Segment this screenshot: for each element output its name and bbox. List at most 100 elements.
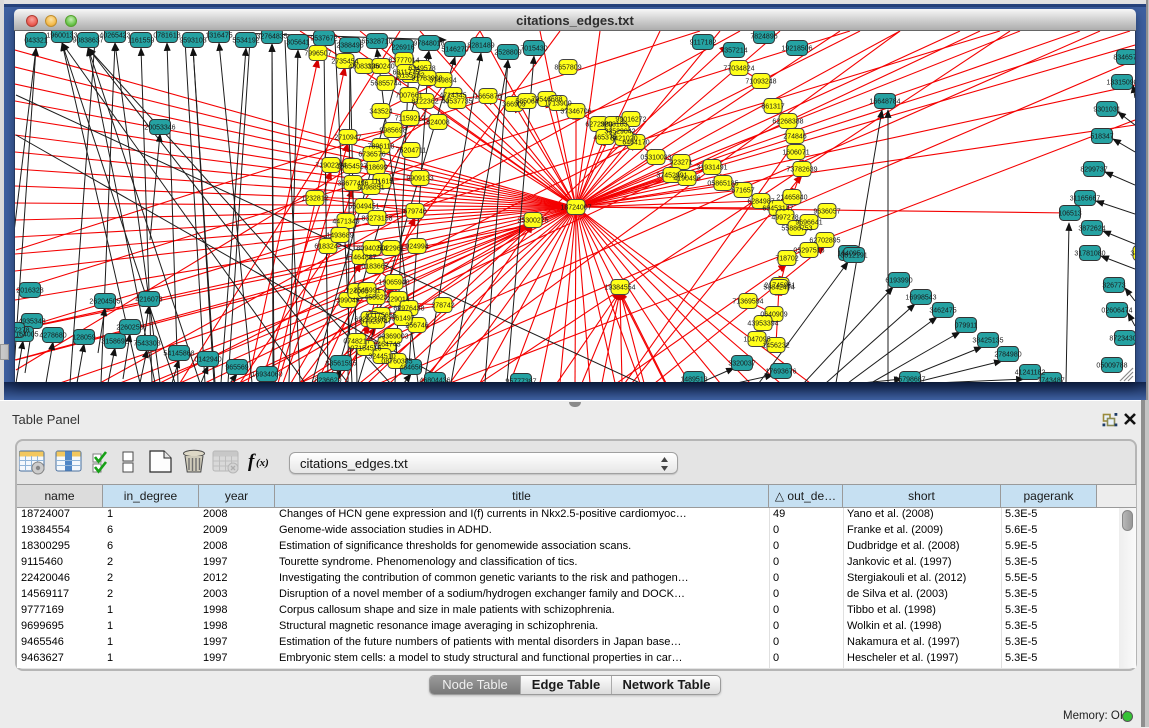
svg-text:16648784: 16648784 [869, 99, 900, 106]
svg-text:4216073: 4216073 [135, 297, 162, 304]
svg-text:343161: 343161 [1130, 251, 1135, 258]
svg-text:40369003: 40369003 [377, 334, 408, 341]
svg-text:02606474: 02606474 [1101, 308, 1132, 315]
svg-text:8236629: 8236629 [314, 378, 341, 383]
svg-text:43953394: 43953394 [747, 321, 778, 328]
svg-text:3320037: 3320037 [728, 361, 755, 368]
svg-text:33529042: 33529042 [604, 129, 635, 136]
svg-text:0183667: 0183667 [361, 264, 388, 271]
svg-text:2260256: 2260256 [116, 325, 143, 332]
svg-text:824008: 824008 [426, 120, 449, 127]
svg-text:6284987: 6284987 [747, 199, 774, 206]
svg-text:0781618: 0781618 [153, 33, 180, 40]
svg-text:9464743: 9464743 [373, 342, 400, 349]
svg-text:0812191: 0812191 [840, 253, 867, 260]
svg-text:17464887: 17464887 [345, 255, 376, 262]
svg-text:67976438: 67976438 [393, 306, 424, 313]
svg-text:1316475: 1316475 [205, 33, 232, 40]
svg-text:37923747: 37923747 [360, 319, 391, 326]
svg-text:38425135: 38425135 [972, 338, 1003, 345]
svg-text:9301031: 9301031 [1093, 107, 1120, 114]
svg-text:56049451: 56049451 [348, 204, 379, 211]
svg-text:043321: 043321 [24, 38, 47, 45]
svg-text:4471349: 4471349 [332, 219, 359, 226]
svg-text:679740: 679740 [403, 209, 426, 216]
svg-text:561497: 561497 [391, 316, 414, 323]
svg-text:9636057: 9636057 [813, 209, 840, 216]
svg-text:274846: 274846 [783, 134, 806, 141]
svg-text:0748217: 0748217 [343, 339, 370, 346]
svg-text:21465840: 21465840 [776, 195, 807, 202]
svg-text:05297516: 05297516 [793, 248, 824, 255]
svg-text:54145868: 54145868 [163, 351, 194, 358]
svg-text:91783908: 91783908 [411, 76, 442, 83]
svg-text:16934060: 16934060 [251, 372, 282, 379]
svg-text:7896118: 7896118 [368, 144, 395, 151]
svg-text:7996507: 7996507 [304, 51, 331, 58]
svg-text:18724007: 18724007 [560, 205, 591, 212]
svg-text:7015430: 7015430 [520, 46, 547, 53]
svg-text:87234309: 87234309 [1109, 336, 1135, 343]
svg-text:6736576: 6736576 [358, 152, 385, 159]
svg-text:024994: 024994 [405, 244, 428, 251]
svg-text:3950240: 3950240 [367, 64, 394, 71]
svg-text:0640909: 0640909 [760, 312, 787, 319]
svg-text:256746: 256746 [405, 323, 428, 330]
svg-text:128059: 128059 [72, 335, 95, 342]
svg-text:17693676: 17693676 [765, 369, 796, 376]
svg-text:19065940: 19065940 [378, 280, 409, 287]
svg-text:58842474: 58842474 [763, 285, 794, 292]
svg-text:2388496: 2388496 [336, 43, 363, 50]
svg-text:718702: 718702 [775, 256, 798, 263]
svg-text:71369594: 71369594 [732, 299, 763, 306]
svg-text:4278680: 4278680 [39, 333, 66, 340]
svg-text:65328710: 65328710 [361, 39, 392, 46]
svg-text:518347: 518347 [1090, 134, 1113, 141]
svg-text:8346578: 8346578 [1113, 55, 1135, 62]
svg-text:965569: 965569 [225, 365, 248, 372]
svg-text:305641: 305641 [286, 40, 309, 47]
svg-text:1665876: 1665876 [474, 94, 501, 101]
svg-text:3158692: 3158692 [101, 339, 128, 346]
svg-text:9985698: 9985698 [379, 128, 406, 135]
svg-text:1456232: 1456232 [762, 343, 789, 350]
svg-text:83273158: 83273158 [361, 216, 392, 223]
svg-text:1493689: 1493689 [326, 233, 353, 240]
svg-text:62702895: 62702895 [809, 238, 840, 245]
svg-text:106513: 106513 [1058, 211, 1081, 218]
svg-text:f: f [248, 451, 256, 472]
svg-text:8421020: 8421020 [610, 136, 637, 143]
svg-text:16998543: 16998543 [905, 295, 936, 302]
svg-text:3244510: 3244510 [368, 354, 395, 361]
svg-text:32764835: 32764835 [256, 34, 287, 41]
svg-text:71159212: 71159212 [395, 116, 426, 123]
svg-text:46804436: 46804436 [419, 378, 450, 383]
svg-text:9537672: 9537672 [310, 36, 337, 43]
svg-text:326773: 326773 [1102, 283, 1125, 290]
svg-text:4190496: 4190496 [673, 176, 700, 183]
svg-text:923271: 923271 [669, 160, 692, 167]
svg-text:8299737: 8299737 [1080, 167, 1107, 174]
svg-text:2545991: 2545991 [353, 288, 380, 295]
svg-text:05310033: 05310033 [640, 155, 671, 162]
svg-text:7824896: 7824896 [750, 34, 777, 41]
svg-text:2710947: 2710947 [334, 135, 361, 142]
svg-text:31165667: 31165667 [1070, 196, 1101, 203]
svg-text:8657809: 8657809 [554, 65, 581, 72]
svg-text:3462475: 3462475 [929, 308, 956, 315]
svg-text:71093248: 71093248 [745, 79, 776, 86]
svg-text:0142940: 0142940 [194, 357, 221, 364]
svg-text:75204711: 75204711 [396, 148, 427, 155]
svg-text:20053346: 20053346 [144, 125, 175, 132]
svg-text:7543303: 7543303 [133, 341, 160, 348]
svg-text:1232812: 1232812 [301, 196, 328, 203]
svg-text:8122362: 8122362 [411, 99, 438, 106]
svg-text:1606071: 1606071 [782, 150, 809, 157]
svg-text:2016328: 2016328 [16, 288, 43, 295]
svg-text:05865185: 05865185 [707, 181, 738, 188]
svg-text:861317: 861317 [761, 104, 784, 111]
svg-text:3293183: 3293183 [600, 122, 627, 129]
svg-text:6193990: 6193990 [885, 278, 912, 285]
svg-text:1489513: 1489513 [680, 377, 707, 383]
svg-text:585064: 585064 [515, 99, 538, 106]
